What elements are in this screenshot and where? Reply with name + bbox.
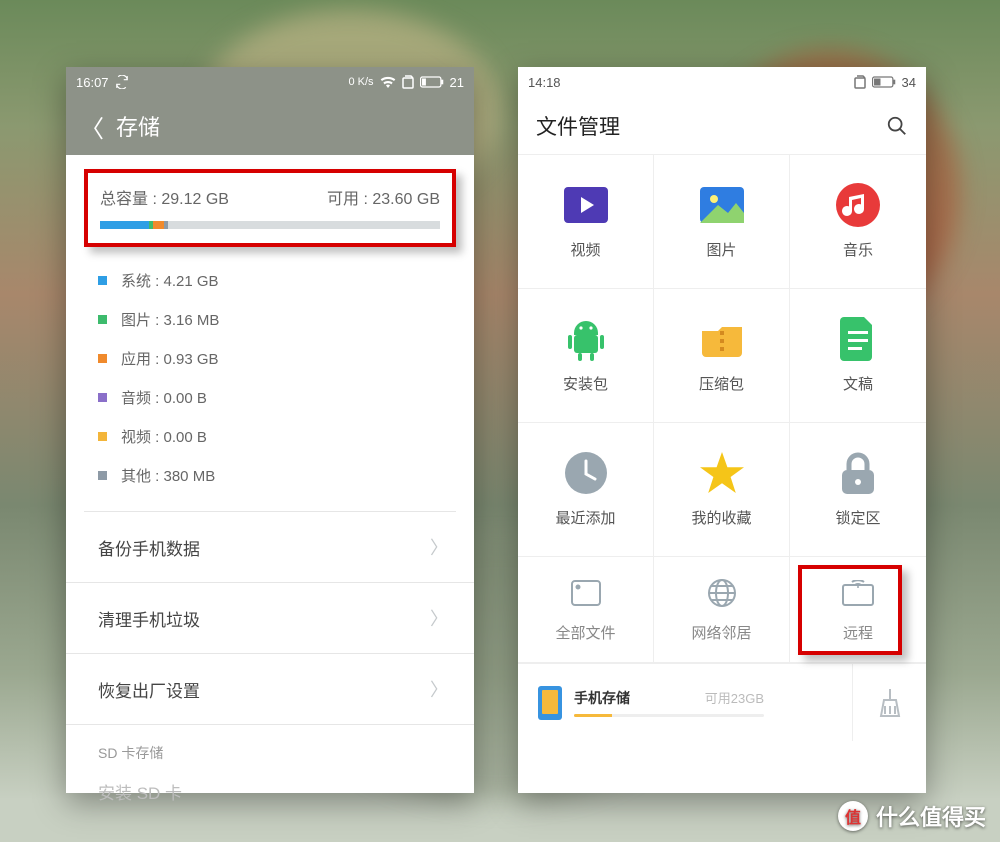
status-speed: 0 K/s <box>348 76 373 88</box>
tile-video[interactable]: 视频 <box>518 155 654 289</box>
archive-icon <box>700 317 744 361</box>
document-icon <box>836 317 880 361</box>
lock-icon <box>836 451 880 495</box>
star-icon <box>700 451 744 495</box>
cleanup-row[interactable]: 清理手机垃圾 〉 <box>66 583 474 654</box>
tile-music[interactable]: 音乐 <box>790 155 926 289</box>
watermark: 值 什么值得买 <box>838 800 986 832</box>
storage-summary-highlight: 总容量 : 29.12 GB 可用 : 23.60 GB <box>84 169 456 247</box>
search-icon[interactable] <box>886 115 908 137</box>
factory-reset-row[interactable]: 恢复出厂设置 〉 <box>66 654 474 725</box>
phone-file-manager: 14:18 34 文件管理 视频 图片 音乐 安装包 压缩包 <box>518 67 926 793</box>
back-button[interactable]: 〈 <box>80 109 104 144</box>
color-swatch <box>98 276 107 285</box>
sd-section-label: SD 卡存储 <box>66 725 474 769</box>
status-battery: 34 <box>902 75 916 90</box>
status-bar: 16:07 0 K/s 21 <box>66 67 474 97</box>
storage-footer: 手机存储 可用23GB <box>518 663 926 741</box>
tile-doc[interactable]: 文稿 <box>790 289 926 423</box>
remote-icon <box>841 576 875 610</box>
cleanup-button[interactable] <box>852 664 926 741</box>
category-grid: 视频 图片 音乐 安装包 压缩包 文稿 最近添加 我的收藏 <box>518 155 926 557</box>
wifi-icon <box>380 76 396 88</box>
color-swatch <box>98 315 107 324</box>
tile-network[interactable]: 网络邻居 <box>654 557 790 663</box>
breakdown-item: 应用 : 0.93 GB <box>98 339 442 378</box>
status-battery: 21 <box>450 75 464 90</box>
color-swatch <box>98 393 107 402</box>
breakdown-item: 系统 : 4.21 GB <box>98 261 442 300</box>
tile-recent[interactable]: 最近添加 <box>518 423 654 557</box>
image-icon <box>700 183 744 227</box>
available-capacity: 可用 : 23.60 GB <box>327 185 440 209</box>
sync-icon <box>115 75 129 89</box>
tile-remote[interactable]: 远程 <box>790 557 926 663</box>
globe-icon <box>705 576 739 610</box>
bottom-row: 全部文件 网络邻居 远程 <box>518 557 926 663</box>
video-icon <box>564 183 608 227</box>
tile-locked[interactable]: 锁定区 <box>790 423 926 557</box>
tile-apk[interactable]: 安装包 <box>518 289 654 423</box>
internal-storage-row[interactable]: 手机存储 可用23GB <box>518 686 852 720</box>
color-swatch <box>98 471 107 480</box>
nav-header: 〈 存储 <box>66 97 474 155</box>
android-icon <box>564 317 608 361</box>
breakdown-item: 视频 : 0.00 B <box>98 417 442 456</box>
color-swatch <box>98 432 107 441</box>
breakdown-item: 图片 : 3.16 MB <box>98 300 442 339</box>
tile-archive[interactable]: 压缩包 <box>654 289 790 423</box>
tile-all-files[interactable]: 全部文件 <box>518 557 654 663</box>
sd-card-icon <box>569 576 603 610</box>
battery-icon <box>872 76 896 88</box>
battery-icon <box>420 76 444 88</box>
breakdown-item: 其他 : 380 MB <box>98 456 442 495</box>
sim-icon <box>402 75 414 89</box>
page-title: 文件管理 <box>536 111 620 141</box>
chevron-right-icon: 〉 <box>430 676 448 702</box>
storage-mini-bar <box>574 714 764 717</box>
breakdown-item: 音频 : 0.00 B <box>98 378 442 417</box>
phone-storage-settings: 16:07 0 K/s 21 〈 存储 总容量 : 29.12 GB 可用 : … <box>66 67 474 793</box>
storage-breakdown-list: 系统 : 4.21 GB图片 : 3.16 MB应用 : 0.93 GB音频 :… <box>66 257 474 503</box>
total-capacity: 总容量 : 29.12 GB <box>100 185 229 209</box>
music-icon <box>836 183 880 227</box>
status-time: 16:07 <box>76 75 109 90</box>
sim-icon <box>854 75 866 89</box>
file-manager-header: 文件管理 <box>518 97 926 155</box>
chevron-right-icon: 〉 <box>430 534 448 560</box>
clock-icon <box>564 451 608 495</box>
install-sd-row[interactable]: 安装 SD 卡 <box>66 769 474 814</box>
backup-row[interactable]: 备份手机数据 〉 <box>66 512 474 583</box>
tile-favorite[interactable]: 我的收藏 <box>654 423 790 557</box>
chevron-right-icon: 〉 <box>430 605 448 631</box>
page-title: 存储 <box>116 110 160 142</box>
color-swatch <box>98 354 107 363</box>
phone-storage-icon <box>538 686 562 720</box>
tile-image[interactable]: 图片 <box>654 155 790 289</box>
storage-usage-bar <box>100 221 440 229</box>
watermark-badge: 值 <box>838 801 868 831</box>
status-bar: 14:18 34 <box>518 67 926 97</box>
status-time: 14:18 <box>528 75 561 90</box>
